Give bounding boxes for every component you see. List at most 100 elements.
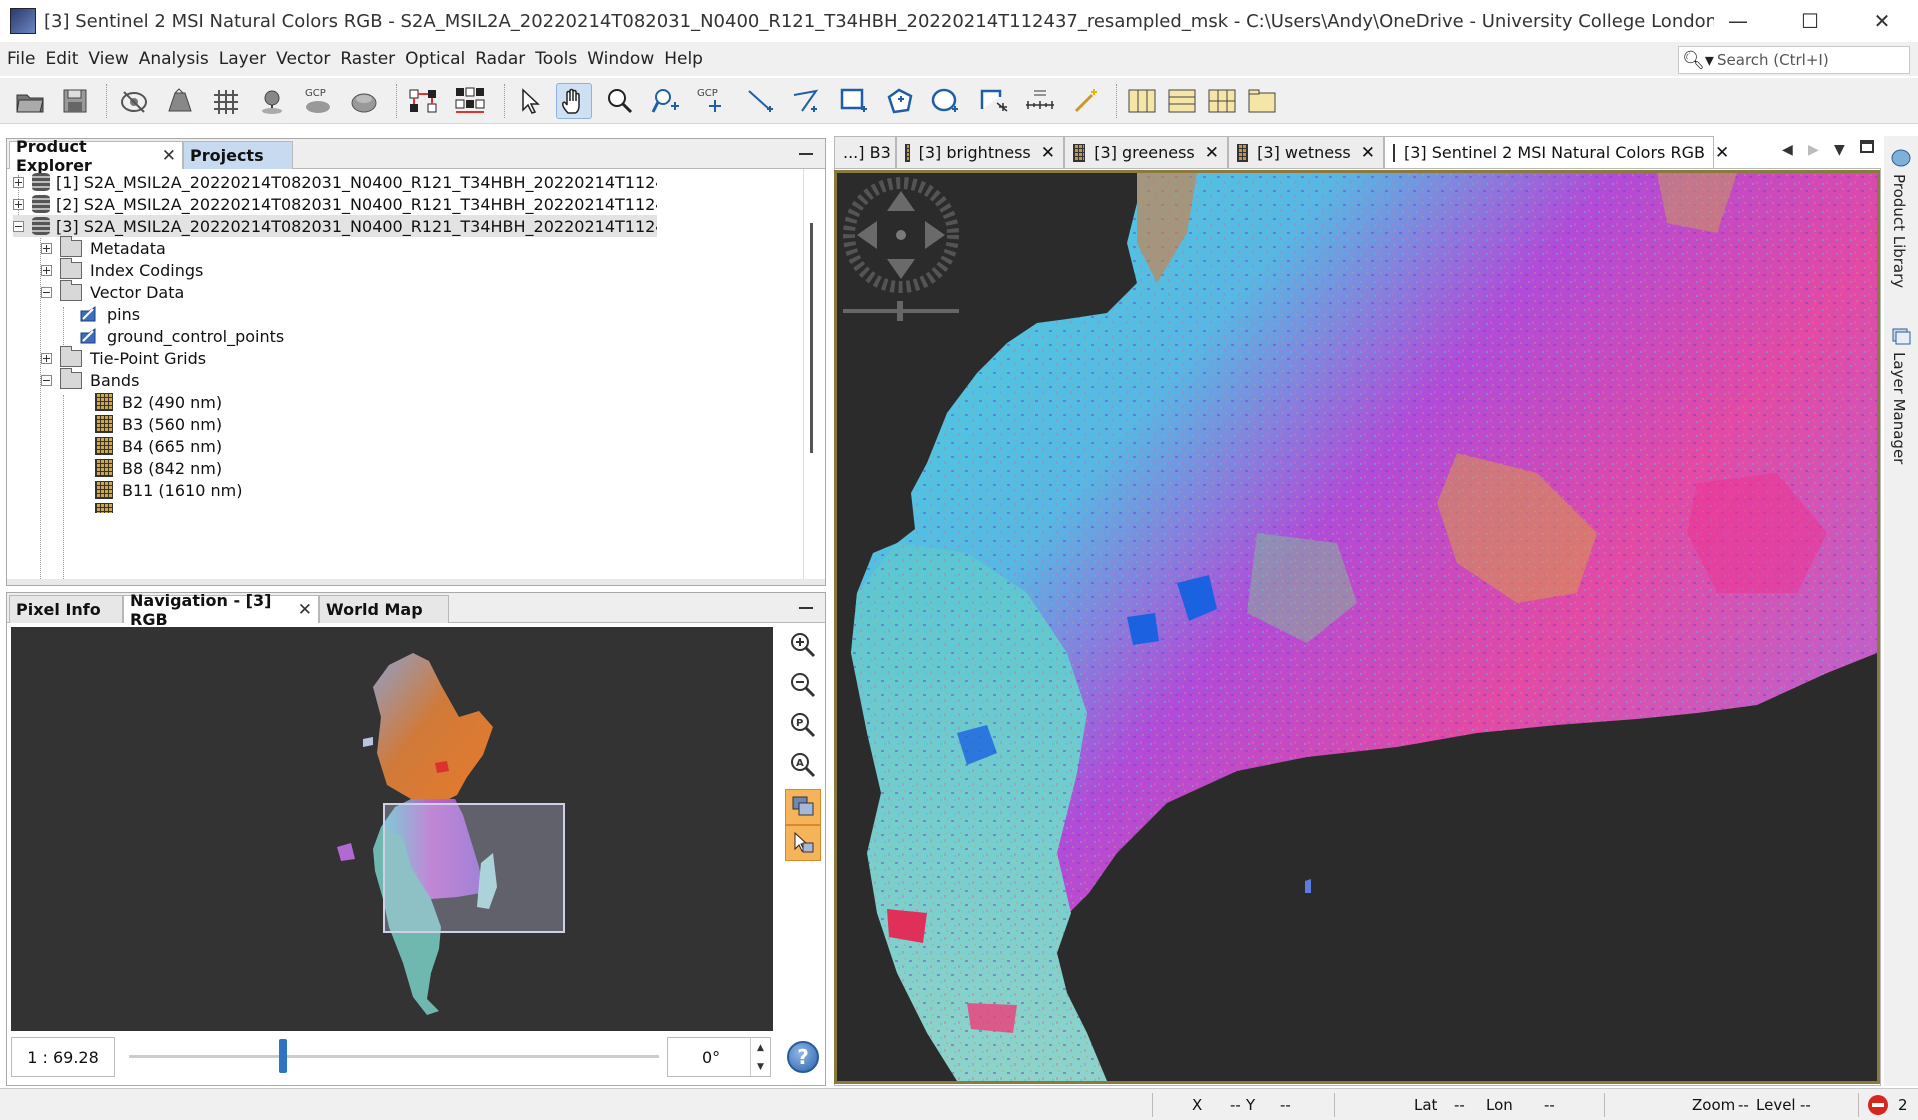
zoom-slider[interactable] [129, 1039, 659, 1073]
menu-optical[interactable]: Optical [404, 45, 474, 73]
spectrum-icon[interactable] [406, 83, 442, 119]
rotation-field[interactable]: 0° ▲ ▼ [667, 1037, 771, 1077]
band-maths-icon[interactable] [116, 83, 152, 119]
menu-raster[interactable]: Raster [339, 45, 404, 73]
tab-greeness[interactable]: [3] greeness ✕ [1064, 136, 1228, 168]
pan-rotate-control[interactable] [839, 175, 963, 325]
tile-grid-icon[interactable] [1204, 83, 1240, 119]
minimize-panel-button[interactable] [799, 145, 815, 161]
tree-node-vector-data[interactable]: Vector Data [41, 279, 184, 303]
search-input[interactable]: Search (Ctrl+I) [1717, 51, 1829, 69]
tree-scrollbar[interactable] [803, 169, 821, 583]
search-box[interactable]: 🔍︎▾ Search (Ctrl+I) [1678, 46, 1910, 74]
polygon-draw-icon[interactable] [882, 83, 918, 119]
tree-hscroll[interactable] [7, 579, 825, 585]
scrollbar-thumb[interactable] [810, 223, 813, 453]
zoom-in-button[interactable] [785, 627, 821, 663]
menu-radar[interactable]: Radar [474, 45, 534, 73]
tab-b3[interactable]: ...] B3 [834, 136, 896, 168]
image-view-canvas[interactable] [834, 170, 1880, 1084]
menu-window[interactable]: Window [586, 45, 663, 73]
search-icon[interactable]: 🔍︎▾ [1679, 47, 1717, 73]
spin-up-icon[interactable]: ▲ [757, 1043, 764, 1053]
menu-layer[interactable]: Layer [218, 45, 275, 73]
polyline-draw-icon[interactable] [788, 83, 824, 119]
gcp-manager-icon[interactable]: GCP [300, 83, 336, 119]
expand-icon[interactable] [41, 352, 52, 364]
expand-icon[interactable] [41, 264, 52, 276]
select-tool-icon[interactable] [512, 83, 548, 119]
help-button[interactable]: ? [787, 1041, 819, 1073]
tab-navigation[interactable]: Navigation - [3] RGB ✕ [123, 591, 319, 629]
close-icon[interactable]: ✕ [1205, 143, 1219, 163]
maximize-view-icon[interactable] [1860, 140, 1874, 153]
mask-manager-icon[interactable] [346, 83, 382, 119]
error-icon[interactable] [1868, 1095, 1888, 1115]
slider-knob[interactable] [279, 1039, 287, 1073]
menu-view[interactable]: View [87, 45, 137, 73]
band-b4[interactable]: B4 (665 nm) [95, 435, 222, 457]
minimize-panel-button[interactable] [799, 599, 815, 615]
zoom-out-button[interactable] [785, 667, 821, 703]
band-b2[interactable]: B2 (490 nm) [95, 391, 222, 413]
tab-natural-colors-rgb[interactable]: [3] Sentinel 2 MSI Natural Colors RGB ✕ [1384, 136, 1729, 168]
menu-tools[interactable]: Tools [534, 45, 586, 73]
viewport-rectangle[interactable] [383, 803, 565, 933]
expand-icon[interactable] [41, 242, 52, 254]
time-series-icon[interactable] [452, 83, 488, 119]
tile-vertical-icon[interactable] [1164, 83, 1200, 119]
menu-vector[interactable]: Vector [275, 45, 339, 73]
tile-evenly-icon[interactable] [1244, 83, 1280, 119]
close-icon[interactable]: ✕ [1041, 143, 1055, 163]
error-count[interactable]: 2 [1898, 1096, 1908, 1114]
product-node-3[interactable]: [3] S2A_MSIL2A_20220214T082031_N0400_R12… [13, 215, 657, 237]
ellipse-draw-icon[interactable] [928, 83, 964, 119]
tab-projects[interactable]: Projects [183, 141, 293, 169]
pin-manager-icon[interactable] [254, 83, 290, 119]
menu-analysis[interactable]: Analysis [138, 45, 218, 73]
tree-node-pins[interactable]: pins [79, 303, 140, 325]
save-product-icon[interactable] [58, 83, 94, 119]
zoom-pixel-button[interactable]: P [785, 707, 821, 743]
close-icon[interactable]: ✕ [162, 146, 176, 166]
zoom-tool-icon[interactable] [602, 83, 638, 119]
pan-tool-icon[interactable] [556, 83, 592, 119]
tree-node-metadata[interactable]: Metadata [41, 235, 166, 259]
scale-field[interactable]: 1 : 69.28 [11, 1037, 115, 1077]
tab-wetness[interactable]: [3] wetness ✕ [1228, 136, 1384, 168]
tree-node-index-codings[interactable]: Index Codings [41, 257, 203, 281]
layer-manager-icon[interactable] [1890, 326, 1912, 346]
menu-edit[interactable]: Edit [44, 45, 87, 73]
maximize-button[interactable]: ☐ [1774, 0, 1846, 42]
open-product-icon[interactable] [12, 83, 48, 119]
band-b11[interactable]: B11 (1610 nm) [95, 479, 242, 501]
band-b3[interactable]: B3 (560 nm) [95, 413, 222, 435]
tile-horizontal-icon[interactable] [1124, 83, 1160, 119]
tab-world-map[interactable]: World Map [319, 595, 449, 623]
product-node-2[interactable]: [2] S2A_MSIL2A_20220214T082031_N0400_R12… [13, 193, 657, 215]
close-icon[interactable]: ✕ [1715, 143, 1729, 163]
band-b8[interactable]: B8 (842 nm) [95, 457, 222, 479]
zoom-all-button[interactable]: A [785, 747, 821, 783]
scroll-tabs-right-icon[interactable]: ▶ [1808, 142, 1819, 158]
tab-list-dropdown-icon[interactable]: ▼ [1834, 142, 1845, 158]
gcp-placing-icon[interactable]: GCP [694, 83, 730, 119]
insert-shape-icon[interactable] [976, 83, 1012, 119]
spin-down-icon[interactable]: ▼ [757, 1062, 764, 1072]
tree-node-ground-control-points[interactable]: ground_control_points [79, 325, 284, 347]
collapse-icon[interactable] [41, 286, 52, 298]
tab-brightness[interactable]: [3] brightness ✕ [896, 136, 1064, 168]
range-finder-icon[interactable] [1022, 83, 1058, 119]
sync-views-button[interactable] [785, 789, 821, 825]
menu-file[interactable]: File [6, 45, 44, 73]
product-library-icon[interactable] [1890, 148, 1912, 168]
collapse-icon[interactable] [13, 220, 24, 232]
rotation-spinner[interactable]: ▲ ▼ [750, 1038, 770, 1076]
navigation-overview[interactable] [11, 627, 773, 1031]
close-icon[interactable]: ✕ [298, 600, 312, 620]
expand-icon[interactable] [13, 198, 24, 210]
tree-node-tie-point-grids[interactable]: Tie-Point Grids [41, 345, 206, 369]
minimize-button[interactable]: — [1702, 0, 1774, 42]
magic-wand-icon[interactable] [1068, 83, 1104, 119]
tree-node-bands[interactable]: Bands [41, 367, 139, 391]
